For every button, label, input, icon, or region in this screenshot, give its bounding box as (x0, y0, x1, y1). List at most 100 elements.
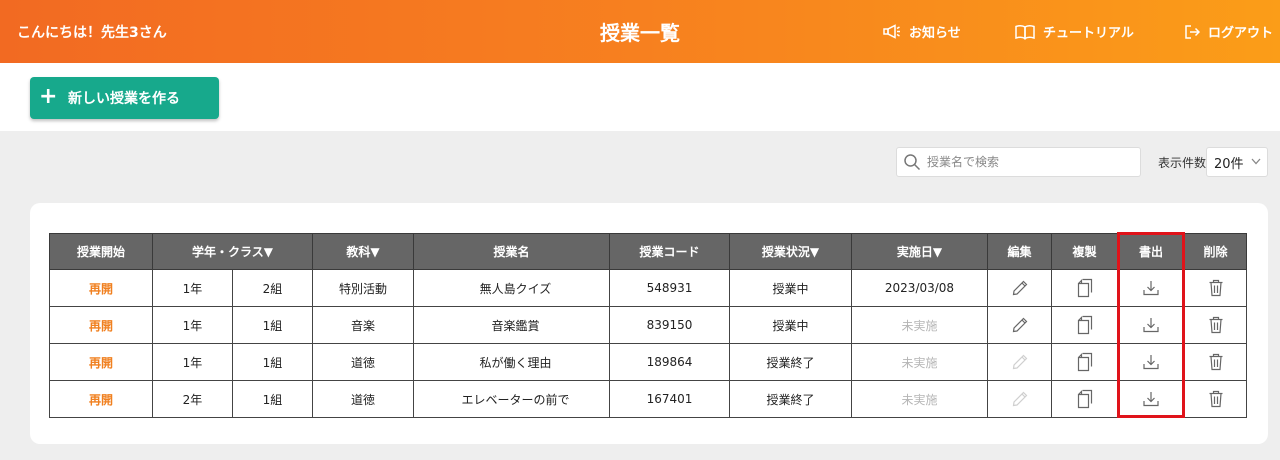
col-subject-header[interactable]: 教科▼ (312, 233, 414, 270)
class-cell: 1組 (232, 343, 313, 381)
col-status-header[interactable]: 授業状況▼ (729, 233, 852, 270)
tutorial-link[interactable]: チュートリアル (1015, 22, 1134, 41)
copy-icon (1077, 278, 1092, 298)
copy-icon (1077, 352, 1092, 372)
logout-icon (1185, 24, 1200, 39)
reopen-link[interactable]: 再開 (49, 269, 153, 307)
subject-cell: 道徳 (312, 343, 414, 381)
lesson-name-cell: エレベーターの前で (413, 380, 610, 418)
reopen-link[interactable]: 再開 (49, 306, 153, 344)
class-cell: 1組 (232, 306, 313, 344)
col-export-header: 書出 (1117, 233, 1185, 270)
copy-icon (1077, 389, 1092, 409)
status-cell: 授業終了 (729, 343, 852, 381)
copy-button[interactable] (1051, 343, 1118, 381)
chevron-down-icon (1251, 157, 1261, 168)
download-icon (1143, 318, 1159, 333)
pencil-icon (1012, 280, 1027, 296)
edit-button (987, 380, 1052, 418)
per-page-select[interactable]: 20件 (1206, 147, 1268, 177)
export-button[interactable] (1117, 306, 1185, 344)
export-button[interactable] (1117, 343, 1185, 381)
reopen-link[interactable]: 再開 (49, 343, 153, 381)
table-header-row: 授業開始 学年・クラス▼ 教科▼ 授業名 授業コード 授業状況▼ 実施日▼ 編集… (49, 233, 1247, 270)
app-header: こんにちは！先生3さん 授業一覧 お知らせ チュートリアル ログアウト (0, 0, 1280, 63)
table-row: 再開 1年 1組 音楽 音楽鑑賞 839150 授業中 未実施 (49, 306, 1247, 344)
col-grade-class-header[interactable]: 学年・クラス▼ (152, 233, 313, 270)
grade-cell: 1年 (152, 306, 233, 344)
delete-button[interactable] (1184, 269, 1247, 307)
col-code-header: 授業コード (609, 233, 730, 270)
new-lesson-label: 新しい授業を作る (68, 91, 180, 107)
lesson-name-cell: 音楽鑑賞 (413, 306, 610, 344)
status-cell: 授業終了 (729, 380, 852, 418)
date-cell: 未実施 (851, 380, 988, 418)
table-row: 再開 1年 2組 特別活動 無人島クイズ 548931 授業中 2023/03/… (49, 269, 1247, 307)
lesson-code-cell: 189864 (609, 343, 730, 381)
search-box[interactable] (896, 147, 1141, 177)
lesson-name-cell: 無人島クイズ (413, 269, 610, 307)
grade-cell: 1年 (152, 269, 233, 307)
pencil-icon (1012, 317, 1027, 333)
subject-cell: 音楽 (312, 306, 414, 344)
date-cell: 2023/03/08 (851, 269, 988, 307)
copy-icon (1077, 315, 1092, 335)
per-page-value: 20件 (1214, 156, 1244, 172)
notice-label: お知らせ (909, 26, 961, 41)
plus-icon: + (39, 84, 58, 109)
lesson-code-cell: 548931 (609, 269, 730, 307)
search-input[interactable] (927, 155, 1127, 169)
copy-button[interactable] (1051, 380, 1118, 418)
edit-button (987, 343, 1052, 381)
action-bar: + 新しい授業を作る (0, 63, 1280, 131)
delete-button[interactable] (1184, 343, 1247, 381)
edit-button[interactable] (987, 306, 1052, 344)
search-icon (904, 154, 921, 171)
export-button[interactable] (1117, 269, 1185, 307)
pencil-icon (1012, 391, 1027, 407)
table-row: 再開 2年 1組 道徳 エレベーターの前で 167401 授業終了 未実施 (49, 380, 1247, 418)
notice-link[interactable]: お知らせ (883, 22, 961, 41)
export-button[interactable] (1117, 380, 1185, 418)
download-icon (1143, 355, 1159, 370)
download-icon (1143, 281, 1159, 296)
date-cell: 未実施 (851, 343, 988, 381)
tutorial-label: チュートリアル (1043, 26, 1134, 41)
reopen-link[interactable]: 再開 (49, 380, 153, 418)
per-page-label: 表示件数 (1158, 156, 1207, 170)
grade-cell: 2年 (152, 380, 233, 418)
pencil-icon (1012, 354, 1027, 370)
trash-icon (1209, 353, 1222, 371)
status-cell: 授業中 (729, 269, 852, 307)
col-edit-header: 編集 (987, 233, 1052, 270)
download-icon (1143, 392, 1159, 407)
delete-button[interactable] (1184, 380, 1247, 418)
col-delete-header: 削除 (1184, 233, 1247, 270)
grade-cell: 1年 (152, 343, 233, 381)
lesson-code-cell: 839150 (609, 306, 730, 344)
class-cell: 2組 (232, 269, 313, 307)
logout-label: ログアウト (1208, 26, 1274, 41)
date-cell: 未実施 (851, 306, 988, 344)
lesson-code-cell: 167401 (609, 380, 730, 418)
col-copy-header: 複製 (1051, 233, 1118, 270)
logout-link[interactable]: ログアウト (1184, 22, 1273, 41)
col-start-header: 授業開始 (49, 233, 153, 270)
book-icon (1015, 24, 1035, 40)
copy-button[interactable] (1051, 269, 1118, 307)
trash-icon (1209, 390, 1222, 408)
megaphone-icon (883, 23, 900, 39)
trash-icon (1209, 316, 1222, 334)
col-date-header[interactable]: 実施日▼ (851, 233, 988, 270)
col-name-header: 授業名 (413, 233, 610, 270)
status-cell: 授業中 (729, 306, 852, 344)
lesson-table: 授業開始 学年・クラス▼ 教科▼ 授業名 授業コード 授業状況▼ 実施日▼ 編集… (49, 233, 1247, 418)
subject-cell: 道徳 (312, 380, 414, 418)
class-cell: 1組 (232, 380, 313, 418)
copy-button[interactable] (1051, 306, 1118, 344)
trash-icon (1209, 279, 1222, 297)
new-lesson-button[interactable]: + 新しい授業を作る (30, 77, 219, 119)
delete-button[interactable] (1184, 306, 1247, 344)
table-row: 再開 1年 1組 道徳 私が働く理由 189864 授業終了 未実施 (49, 343, 1247, 381)
edit-button[interactable] (987, 269, 1052, 307)
